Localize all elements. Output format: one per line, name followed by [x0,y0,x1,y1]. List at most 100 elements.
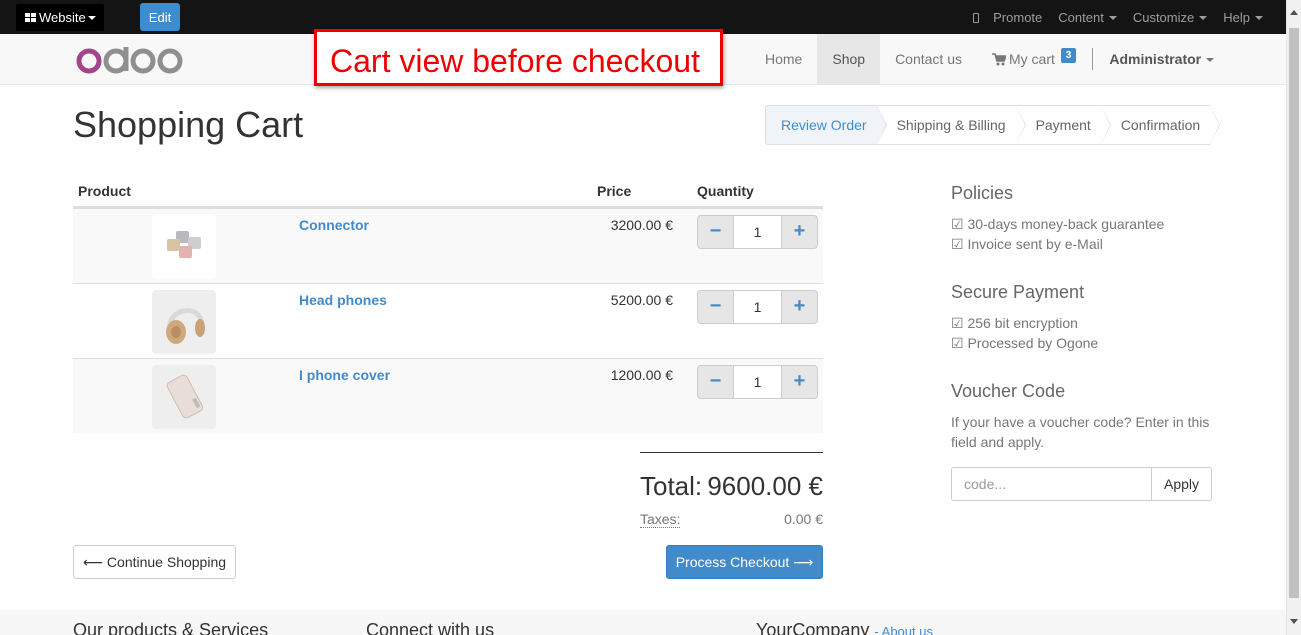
secure-payment-block: Secure Payment ☑ 256 bit encryption ☑ Pr… [951,282,1221,353]
process-checkout-label: Process Checkout [675,554,790,570]
quantity-input[interactable]: 1 [734,365,781,399]
nav-my-cart[interactable]: My cart 3 [977,34,1091,84]
customize-menu[interactable]: Customize [1132,9,1208,25]
arrow-right-icon: ⟶ [793,554,814,570]
about-us-link[interactable]: - About us [874,624,933,635]
product-link-connector[interactable]: Connector [299,217,369,233]
increase-quantity-button[interactable]: + [781,365,818,399]
page-scrollbar[interactable] [1286,0,1301,635]
apps-grid-icon [25,13,36,22]
user-name: Administrator [1109,51,1202,67]
wizard-step-payment[interactable]: Payment [1015,105,1111,145]
customize-label: Customize [1132,9,1195,25]
user-menu[interactable]: Administrator [1094,51,1229,67]
table-row: Head phones 5200.00 € − 1 + [73,283,823,358]
wizard-step-label: Confirmation [1120,117,1201,133]
decrease-quantity-button[interactable]: − [697,215,734,249]
connector-image[interactable] [152,215,216,279]
cart-table: Product Price Quantity Connector 3200.00… [73,176,823,433]
edit-button[interactable]: Edit [140,3,180,31]
nav-contact-us[interactable]: Contact us [880,34,977,84]
process-checkout-button[interactable]: Process Checkout ⟶ [666,545,823,579]
nav-shop[interactable]: Shop [817,34,881,84]
voucher-heading: Voucher Code [951,381,1066,401]
wizard-step-label: Payment [1035,117,1091,133]
help-menu[interactable]: Help [1223,10,1263,25]
headphones-image[interactable] [152,290,216,354]
payment-item: ☑ Processed by Ogone [951,335,1099,351]
nav-home[interactable]: Home [750,34,817,84]
checkout-wizard: Review Order Shipping & Billing Payment … [765,105,1221,145]
wizard-step-label: Review Order [781,117,867,133]
phone-cover-image[interactable] [152,365,216,429]
content-label: Content [1058,9,1104,25]
product-link-i-phone-cover[interactable]: I phone cover [299,367,390,383]
wizard-step-shipping-billing[interactable]: Shipping & Billing [876,105,1026,145]
page-title: Shopping Cart [73,104,304,145]
table-row: Connector 3200.00 € − 1 + [73,208,823,283]
voucher-form: Apply [951,467,1212,501]
total-amount: 9600.00 € [707,471,823,501]
page-footer: Our products & Services Connect with us … [0,610,1286,635]
product-price: 3200.00 € [610,217,673,233]
footer-products-heading: Our products & Services [73,620,269,635]
website-menu-label: Website [39,10,86,25]
annotation-text: Cart view before checkout [330,43,700,79]
voucher-block: Voucher Code If your have a voucher code… [951,381,1221,452]
company-name: YourCompany [756,620,870,635]
cart-totals: Total: 9600.00 € Taxes: 0.00 € [640,452,823,528]
mobile-icon[interactable] [973,12,980,23]
odoo-logo[interactable] [76,43,184,80]
quantity-stepper: − 1 + [697,365,818,399]
odoo-logo-graphic [76,47,183,74]
decrease-quantity-button[interactable]: − [697,365,734,399]
scroll-thumb[interactable] [1289,28,1299,598]
chevron-down-icon [1255,15,1263,20]
wizard-step-review-order[interactable]: Review Order [765,105,887,145]
voucher-code-input[interactable] [951,467,1152,501]
cart-table-header: Product Price Quantity [73,176,823,208]
promote-label: Promote [993,9,1043,25]
scroll-up-arrow-icon[interactable] [1290,10,1298,15]
nav-divider [1092,48,1094,70]
scroll-down-arrow-icon[interactable] [1290,619,1298,624]
payment-item: ☑ 256 bit encryption [951,315,1078,331]
total-label: Total: [640,471,703,501]
quantity-stepper: − 1 + [697,290,818,324]
decrease-quantity-button[interactable]: − [697,290,734,324]
chevron-down-icon [1108,15,1117,20]
wizard-step-confirmation[interactable]: Confirmation [1100,105,1221,145]
increase-quantity-button[interactable]: + [781,290,818,324]
chevron-down-icon [87,16,96,20]
taxes-label[interactable]: Taxes: [640,511,681,528]
voucher-help-text: If your have a voucher code? Enter in th… [951,414,1210,450]
website-menu-button[interactable]: Website [16,4,104,31]
arrow-left-icon: ⟵ [82,554,104,570]
chevron-down-icon [1199,15,1208,20]
chevron-down-icon [1206,58,1215,62]
policies-heading: Policies [951,183,1014,203]
continue-shopping-label: Continue Shopping [106,554,227,570]
annotation-callout: Cart view before checkout [314,29,723,86]
promote-menu[interactable]: Promote [973,10,1042,25]
cart-sidebar: Policies ☑ 30-days money-back guarantee … [951,183,1221,480]
quantity-input[interactable]: 1 [734,290,781,324]
quantity-input[interactable]: 1 [734,215,781,249]
content-menu[interactable]: Content [1058,10,1117,25]
secure-payment-heading: Secure Payment [951,282,1085,302]
quantity-stepper: − 1 + [697,215,818,249]
product-price: 5200.00 € [610,292,673,308]
continue-shopping-button[interactable]: ⟵ Continue Shopping [73,545,236,579]
product-price: 1200.00 € [610,367,673,383]
table-row: I phone cover 1200.00 € − 1 + [73,358,823,433]
increase-quantity-button[interactable]: + [781,215,818,249]
apply-voucher-button[interactable]: Apply [1152,467,1212,501]
taxes-amount: 0.00 € [784,511,823,527]
product-link-head-phones[interactable]: Head phones [299,292,387,308]
shopping-cart-icon [992,53,1006,66]
policy-item: ☑ 30-days money-back guarantee [951,216,1165,232]
policy-item: ☑ Invoice sent by e-Mail [951,236,1103,252]
wizard-step-label: Shipping & Billing [896,117,1006,133]
cart-count-badge: 3 [1060,48,1077,63]
main-nav: Home Shop Contact us My cart 3 Administr… [750,34,1229,84]
